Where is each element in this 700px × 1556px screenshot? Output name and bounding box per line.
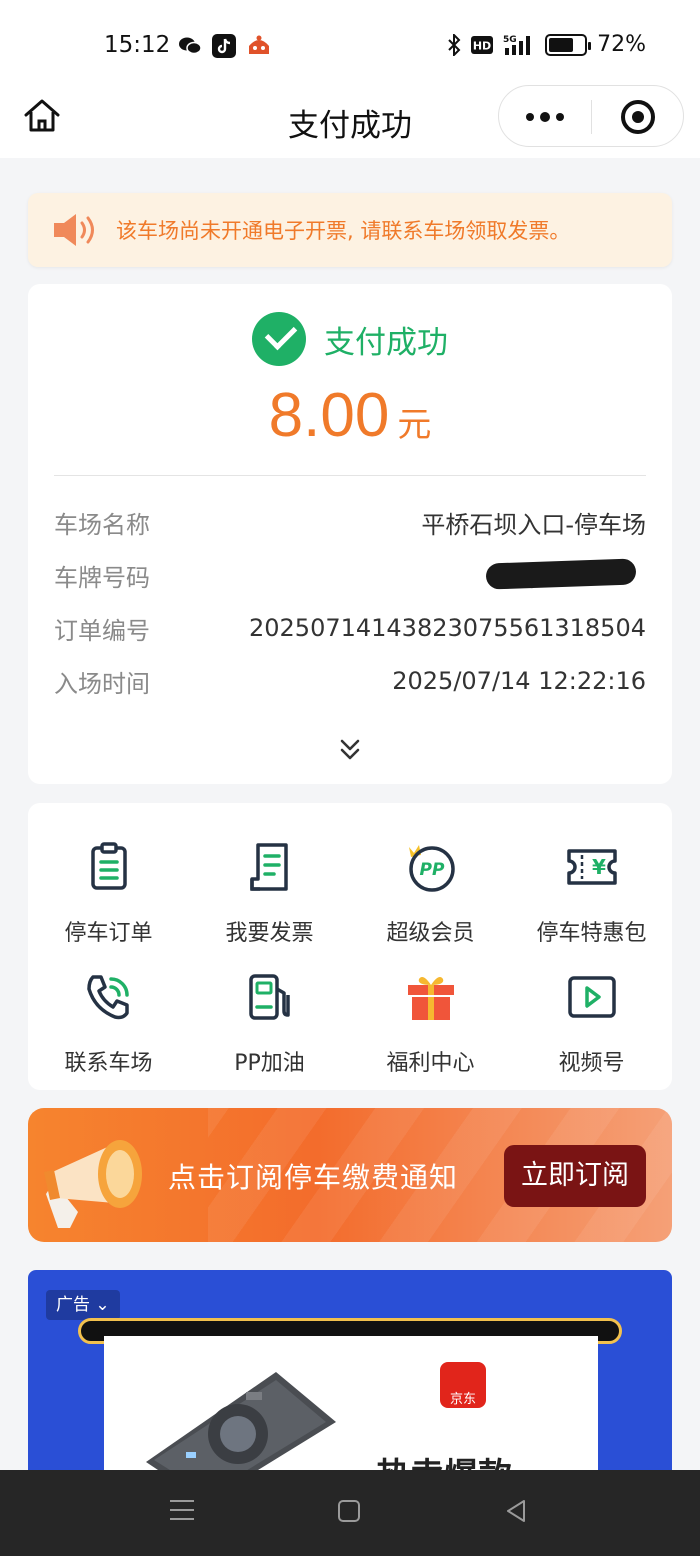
subscribe-text: 点击订阅停车缴费通知 [168,1161,459,1194]
detail-value: 20250714143823075561318504 [248,614,646,642]
detail-row-entry-time: 入场时间 2025/07/14 12:22:16 [54,661,646,701]
service-label: 视频号 [558,1051,625,1076]
status-time: 15:12 [104,32,171,58]
notice-text: 该车场尚未开通电子开票, 请联系车场领取发票。 [116,219,571,243]
detail-row-order-number: 订单编号 20250714143823075561318504 [54,608,646,648]
detail-label: 车场名称 [54,510,150,539]
service-parking-package[interactable]: ¥ 停车特惠包 [511,841,672,951]
video-icon [568,976,616,1018]
recent-apps-icon[interactable] [170,1500,194,1522]
megaphone-icon [44,1140,142,1228]
success-check-icon [252,312,306,366]
order-list-icon [91,842,127,890]
service-label: 停车特惠包 [536,921,647,946]
5g-signal-icon: 5G [503,35,531,55]
pp-member-icon: PP [409,845,455,892]
service-contact-lot[interactable]: 联系车场 [28,971,189,1081]
service-label: 停车订单 [64,921,153,946]
back-triangle-icon[interactable] [504,1498,528,1524]
advertisement[interactable]: 广告 ⌄ 京东 热卖爆款 [28,1270,672,1480]
system-nav-bar [0,1470,700,1556]
jd-brand: 京东 [449,1392,476,1407]
service-label: 我要发票 [225,921,314,946]
ad-tag-label: 广告 [56,1295,90,1315]
expand-chevron-icon[interactable] [335,736,365,766]
tiktok-icon [212,34,236,58]
service-label: PP加油 [234,1051,305,1076]
payment-result-card: 支付成功 8.00元 车场名称 平桥石坝入口-停车场 车牌号码 苏 订单编号 2… [28,284,672,784]
ad-paper: 京东 热卖爆款 [104,1336,598,1480]
amount-unit: 元 [397,405,432,445]
fuel-icon [249,974,290,1020]
laptop-stand-image [146,1372,336,1480]
subscribe-banner[interactable]: 点击订阅停车缴费通知 立即订阅 [28,1108,672,1242]
amount-row: 8.00 元 [28,380,672,451]
wechat-icon [179,37,202,55]
svg-text:¥: ¥ [592,855,606,879]
result-header: 支付成功 [28,312,672,366]
hd-icon: HD [471,35,494,54]
detail-value: 平桥石坝入口-停车场 [421,510,646,539]
close-miniprogram-icon[interactable] [621,100,655,134]
more-icon[interactable] [499,86,591,148]
svg-text:5G: 5G [503,35,517,45]
chevron-down-icon: ⌄ [95,1295,110,1315]
amount-value: 8.00 [268,381,390,450]
battery-percent: 72% [597,32,646,57]
service-label: 联系车场 [64,1051,153,1076]
detail-value: 2025/07/14 12:22:16 [392,667,646,695]
detail-label: 入场时间 [54,669,150,698]
status-indicators: HD 5G 72% [447,32,646,57]
service-pp-fuel[interactable]: PP加油 [189,971,350,1081]
service-welfare-center[interactable]: 福利中心 [350,971,511,1081]
home-square-icon[interactable] [338,1500,360,1522]
capsule-divider [591,100,592,134]
divider [54,475,646,476]
nav-bar: 支付成功 [0,78,700,158]
detail-row-plate: 车牌号码 苏 [54,555,646,595]
gift-icon [408,977,454,1020]
svg-text:HD: HD [473,39,491,52]
invoice-notice: 该车场尚未开通电子开票, 请联系车场领取发票。 [28,193,672,267]
detail-row-parking-lot: 车场名称 平桥石坝入口-停车场 [54,502,646,542]
battery-fill [549,37,574,52]
invoice-icon [250,843,288,891]
redaction-mark [485,558,637,590]
speaker-icon [54,214,94,246]
jd-logo: 京东 [440,1362,486,1408]
services-grid: 停车订单 我要发票 PP 超级会员 ¥ 停车特惠包 联系车场 PP加油 福利中心… [28,803,672,1090]
service-label: 福利中心 [386,1051,475,1076]
status-bar: 15:12 HD 5G 72% [0,0,700,90]
coupon-icon: ¥ [567,849,617,885]
detail-label: 订单编号 [54,616,150,645]
subscribe-button[interactable]: 立即订阅 [504,1145,646,1207]
ad-tag[interactable]: 广告 ⌄ [46,1290,120,1320]
svg-text:PP: PP [420,860,445,880]
status-app-icons [178,34,272,58]
service-video-channel[interactable]: 视频号 [511,971,672,1081]
bluetooth-icon [448,33,461,56]
miniprogram-capsule [498,85,684,147]
service-parking-orders[interactable]: 停车订单 [28,841,189,951]
payment-status: 支付成功 [324,324,448,361]
app-icon [249,35,269,54]
battery-icon [545,33,592,56]
service-label: 超级会员 [386,921,475,946]
service-invoice[interactable]: 我要发票 [189,841,350,951]
phone-icon [87,975,129,1020]
service-super-member[interactable]: PP 超级会员 [350,841,511,951]
detail-label: 车牌号码 [54,563,150,592]
